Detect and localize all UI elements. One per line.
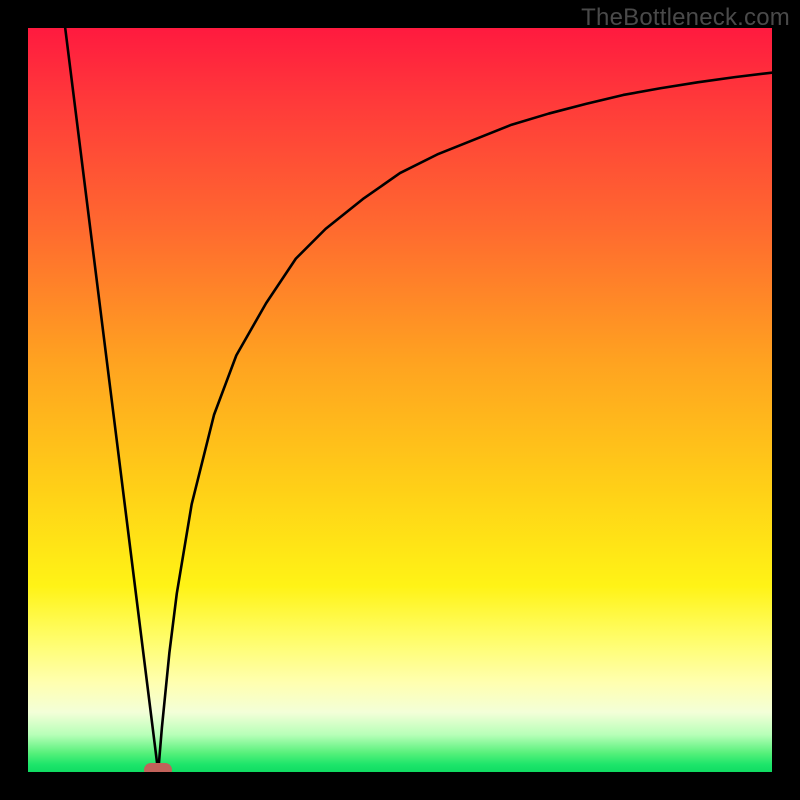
minimum-marker: [144, 763, 172, 772]
plot-area: [28, 28, 772, 772]
curve-right-branch: [158, 73, 772, 772]
curve-canvas: [28, 28, 772, 772]
watermark-text: TheBottleneck.com: [581, 4, 790, 32]
chart-frame: TheBottleneck.com: [0, 0, 800, 800]
curve-left-branch: [65, 28, 158, 772]
